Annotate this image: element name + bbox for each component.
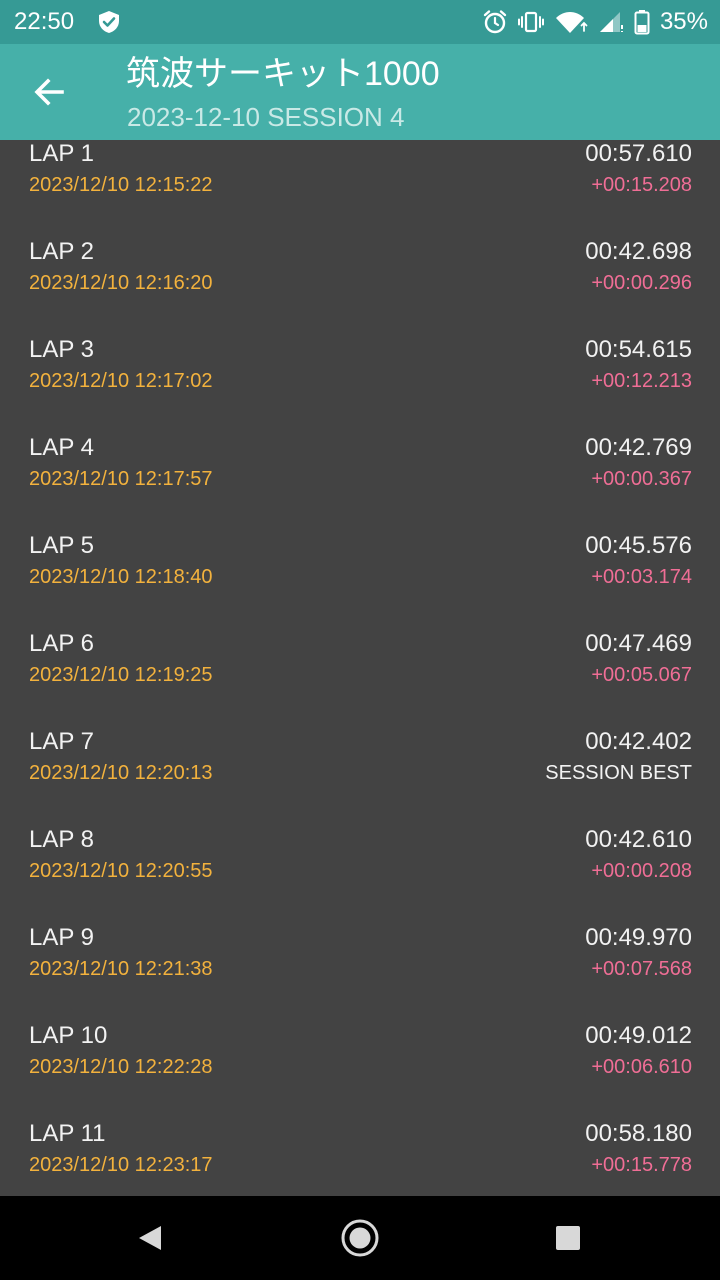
lap-row[interactable]: LAP 9 2023/12/10 12:21:38 00:49.970 +00:… xyxy=(0,924,720,1022)
lap-timestamp: 2023/12/10 12:16:20 xyxy=(29,272,213,294)
lap-time: 00:45.576 xyxy=(585,532,692,559)
arrow-back-icon xyxy=(34,78,64,106)
lap-name: LAP 11 xyxy=(29,1120,106,1147)
cell-signal-icon xyxy=(599,12,623,32)
lap-time: 00:47.469 xyxy=(585,630,692,657)
lap-diff: +00:12.213 xyxy=(591,370,692,392)
lap-row[interactable]: LAP 4 2023/12/10 12:17:57 00:42.769 +00:… xyxy=(0,434,720,532)
nav-home-button[interactable] xyxy=(336,1214,384,1262)
lap-timestamp: 2023/12/10 12:21:38 xyxy=(29,958,213,980)
wifi-icon xyxy=(555,12,588,33)
page-subtitle: 2023-12-10 SESSION 4 xyxy=(127,102,405,132)
lap-row[interactable]: LAP 10 2023/12/10 12:22:28 00:49.012 +00… xyxy=(0,1022,720,1120)
lap-time: 00:49.970 xyxy=(585,924,692,951)
lap-timestamp: 2023/12/10 12:20:55 xyxy=(29,860,213,882)
lap-name: LAP 4 xyxy=(29,434,94,461)
lap-diff: +00:05.067 xyxy=(591,664,692,686)
lap-time: 00:42.610 xyxy=(585,826,692,853)
lap-diff: +00:15.778 xyxy=(591,1154,692,1176)
app-bar: 筑波サーキット1000 2023-12-10 SESSION 4 xyxy=(0,44,720,140)
lap-name: LAP 9 xyxy=(29,924,94,951)
lap-timestamp: 2023/12/10 12:15:22 xyxy=(29,174,213,196)
vibrate-icon xyxy=(517,11,544,33)
battery-percent: 35% xyxy=(659,8,708,35)
lap-diff: +00:07.568 xyxy=(591,958,692,980)
back-button[interactable] xyxy=(28,70,72,114)
lap-diff: +00:06.610 xyxy=(591,1056,692,1078)
lap-name: LAP 7 xyxy=(29,728,94,755)
lap-name: LAP 8 xyxy=(29,826,94,853)
lap-row[interactable]: LAP 5 2023/12/10 12:18:40 00:45.576 +00:… xyxy=(0,532,720,630)
lap-name: LAP 3 xyxy=(29,336,94,363)
lap-time: 00:58.180 xyxy=(585,1120,692,1147)
lap-timestamp: 2023/12/10 12:19:25 xyxy=(29,664,213,686)
shield-icon xyxy=(99,11,119,33)
lap-diff: +00:03.174 xyxy=(591,566,692,588)
battery-icon xyxy=(634,10,650,35)
lap-row[interactable]: LAP 7 2023/12/10 12:20:13 00:42.402 SESS… xyxy=(0,728,720,826)
session-best-label: SESSION BEST xyxy=(545,762,692,784)
lap-timestamp: 2023/12/10 12:17:02 xyxy=(29,370,213,392)
lap-row[interactable]: LAP 6 2023/12/10 12:19:25 00:47.469 +00:… xyxy=(0,630,720,728)
lap-time: 00:42.698 xyxy=(585,238,692,265)
lap-timestamp: 2023/12/10 12:18:40 xyxy=(29,566,213,588)
lap-diff: +00:15.208 xyxy=(591,174,692,196)
lap-name: LAP 10 xyxy=(29,1022,108,1049)
lap-timestamp: 2023/12/10 12:22:28 xyxy=(29,1056,213,1078)
lap-time: 00:49.012 xyxy=(585,1022,692,1049)
status-icons: 35% xyxy=(482,8,708,36)
lap-name: LAP 1 xyxy=(29,140,94,167)
lap-timestamp: 2023/12/10 12:20:13 xyxy=(29,762,213,784)
lap-diff: +00:00.208 xyxy=(591,860,692,882)
system-nav-bar xyxy=(0,1196,720,1280)
lap-timestamp: 2023/12/10 12:23:17 xyxy=(29,1154,213,1176)
lap-row[interactable]: LAP 1 2023/12/10 12:15:22 00:57.610 +00:… xyxy=(0,140,720,238)
alarm-icon xyxy=(483,10,507,34)
lap-row[interactable]: LAP 11 2023/12/10 12:23:17 00:58.180 +00… xyxy=(0,1120,720,1196)
lap-row[interactable]: LAP 3 2023/12/10 12:17:02 00:54.615 +00:… xyxy=(0,336,720,434)
status-time: 22:50 xyxy=(14,8,75,35)
lap-name: LAP 2 xyxy=(29,238,94,265)
status-bar: 22:50 35% xyxy=(0,0,720,44)
lap-timestamp: 2023/12/10 12:17:57 xyxy=(29,468,213,490)
nav-recents-button[interactable] xyxy=(544,1214,592,1262)
lap-name: LAP 5 xyxy=(29,532,94,559)
lap-diff: +00:00.296 xyxy=(591,272,692,294)
lap-time: 00:57.610 xyxy=(585,140,692,167)
nav-back-button[interactable] xyxy=(126,1214,174,1262)
home-circle-icon xyxy=(341,1219,379,1257)
lap-name: LAP 6 xyxy=(29,630,94,657)
lap-list[interactable]: LAP 1 2023/12/10 12:15:22 00:57.610 +00:… xyxy=(0,140,720,1196)
lap-time: 00:42.769 xyxy=(585,434,692,461)
lap-time: 00:42.402 xyxy=(585,728,692,755)
page-title: 筑波サーキット1000 xyxy=(126,55,440,93)
lap-row[interactable]: LAP 2 2023/12/10 12:16:20 00:42.698 +00:… xyxy=(0,238,720,336)
lap-row[interactable]: LAP 8 2023/12/10 12:20:55 00:42.610 +00:… xyxy=(0,826,720,924)
back-triangle-icon xyxy=(139,1226,161,1250)
recents-square-icon xyxy=(556,1226,580,1250)
lap-diff: +00:00.367 xyxy=(591,468,692,490)
lap-time: 00:54.615 xyxy=(585,336,692,363)
